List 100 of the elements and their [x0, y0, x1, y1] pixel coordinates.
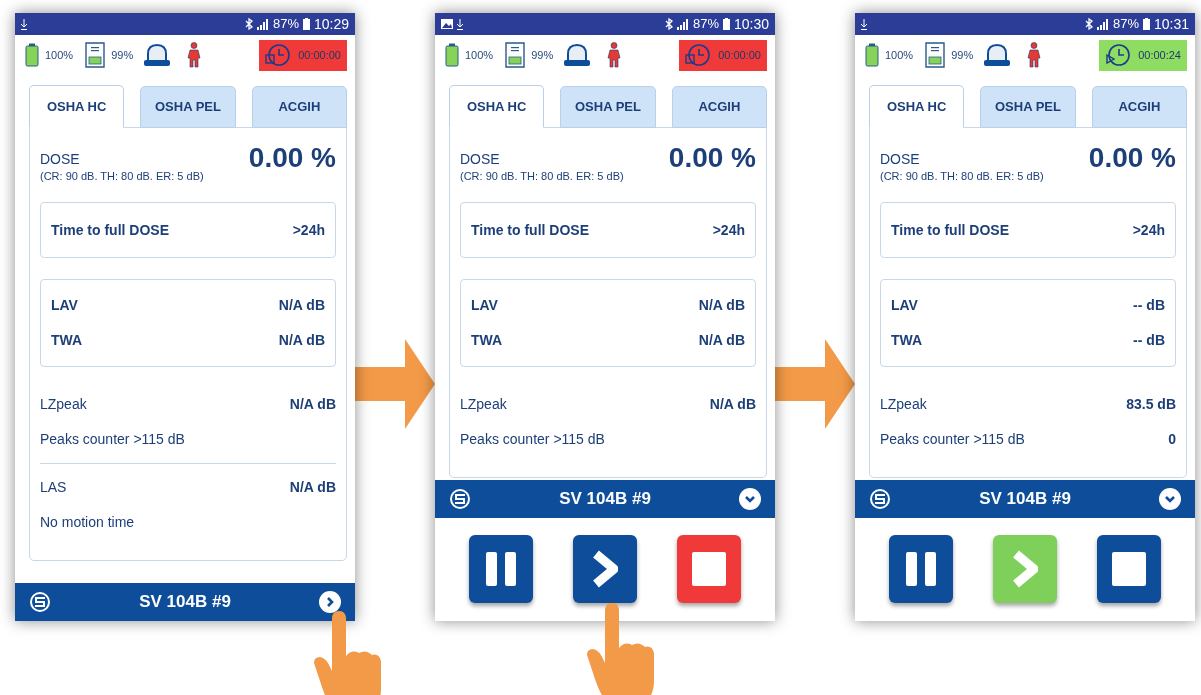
battery-percent: 87%: [272, 15, 299, 34]
timer-value: 00:00:00: [718, 47, 761, 63]
download-icon: [861, 18, 867, 30]
chevron-right-icon: [592, 549, 618, 588]
expand-toggle[interactable]: [1159, 488, 1181, 510]
battery-icon: [865, 43, 879, 67]
stop-button[interactable]: [677, 534, 741, 603]
measure-label: TWA: [51, 331, 83, 350]
logo-icon: [449, 489, 471, 509]
measure-label: LZpeak: [880, 395, 927, 414]
measure-label: LAV: [471, 296, 498, 315]
storage-level: 99%: [951, 47, 974, 63]
stop-button[interactable]: [1097, 534, 1161, 603]
measure-label: Peaks counter >115 dB: [880, 430, 1025, 449]
timer-value: 00:00:00: [298, 47, 341, 63]
signal-icon: [1096, 18, 1109, 30]
tab[interactable]: OSHA PEL: [140, 86, 236, 128]
timer-value: 00:00:24: [1138, 47, 1181, 63]
chevron-right-icon: [1012, 549, 1038, 588]
right-arrow-icon: [775, 339, 855, 429]
device-battery-level: 100%: [465, 47, 494, 63]
tab[interactable]: ACGIH: [671, 86, 767, 128]
signal-icon: [676, 18, 689, 30]
measure-value: N/A dB: [698, 296, 745, 315]
time-to-dose-label: Time to full DOSE: [471, 220, 589, 240]
person-icon: [187, 42, 202, 68]
logo-icon: [29, 592, 51, 612]
battery-percent: 87%: [1112, 15, 1139, 34]
device-title: SV 104B #9: [558, 488, 652, 511]
bluetooth-icon: [664, 18, 673, 30]
sd-card-icon: [505, 42, 526, 68]
battery-icon: [1142, 18, 1150, 30]
time-to-dose-label: Time to full DOSE: [891, 220, 1009, 240]
download-icon: [457, 18, 463, 30]
measure-label: No motion time: [40, 513, 135, 532]
measure-value: N/A dB: [278, 331, 325, 350]
chevron-icon: [324, 596, 336, 608]
expand-toggle[interactable]: [319, 591, 341, 613]
tab[interactable]: OSHA PEL: [980, 86, 1076, 128]
pause-button[interactable]: [889, 534, 953, 603]
image-icon: [441, 19, 453, 29]
device-title: SV 104B #9: [138, 591, 232, 614]
chevron-icon: [744, 493, 756, 505]
play-button[interactable]: [573, 534, 637, 603]
clock-icon: [265, 43, 291, 67]
stop-icon: [1112, 551, 1146, 586]
storage-level: 99%: [111, 47, 134, 63]
dose-label: DOSE: [460, 150, 501, 168]
measure-label: Peaks counter >115 dB: [40, 430, 185, 449]
measure-value: -- dB: [1133, 331, 1165, 350]
battery-icon: [302, 18, 310, 30]
tab[interactable]: ACGIH: [1091, 86, 1187, 128]
tab[interactable]: ACGIH: [251, 86, 347, 128]
bell-icon: [143, 43, 172, 67]
dose-parameters: (CR: 90 dB. TH: 80 dB. ER: 5 dB): [460, 169, 624, 184]
battery-icon: [722, 18, 730, 30]
dose-value: 0.00 %: [248, 142, 336, 174]
sd-card-icon: [925, 42, 946, 68]
expand-toggle[interactable]: [739, 488, 761, 510]
signal-icon: [256, 18, 269, 30]
measure-label: LZpeak: [460, 395, 507, 414]
measure-value: -- dB: [1133, 296, 1165, 315]
tab[interactable]: OSHA HC: [869, 85, 965, 128]
clock-icon: [1105, 43, 1131, 67]
dose-parameters: (CR: 90 dB. TH: 80 dB. ER: 5 dB): [40, 169, 204, 184]
measure-label: TWA: [471, 331, 503, 350]
tab[interactable]: OSHA HC: [449, 85, 545, 128]
device-title: SV 104B #9: [978, 488, 1072, 511]
tab[interactable]: OSHA HC: [29, 85, 125, 128]
bell-icon: [563, 43, 592, 67]
battery-icon: [445, 43, 459, 67]
measure-label: LZpeak: [40, 395, 87, 414]
right-arrow-icon: [355, 339, 435, 429]
tab[interactable]: OSHA PEL: [560, 86, 656, 128]
pause-button[interactable]: [469, 534, 533, 603]
measure-label: TWA: [891, 331, 923, 350]
measure-label: LAV: [891, 296, 918, 315]
measure-value: N/A dB: [278, 296, 325, 315]
storage-level: 99%: [531, 47, 554, 63]
clock-icon: [685, 43, 711, 67]
time-to-dose-value: >24h: [1132, 220, 1165, 240]
logo-icon: [869, 489, 891, 509]
bluetooth-icon: [244, 18, 253, 30]
dose-label: DOSE: [40, 150, 81, 168]
measure-value: N/A dB: [289, 478, 336, 497]
measure-label: Peaks counter >115 dB: [460, 430, 605, 449]
measure-value: 0: [1168, 430, 1176, 449]
dose-value: 0.00 %: [668, 142, 756, 174]
measure-value: N/A dB: [289, 395, 336, 414]
person-icon: [607, 42, 622, 68]
measure-label: LAS: [40, 478, 67, 497]
battery-percent: 87%: [692, 15, 719, 34]
chevron-icon: [1164, 493, 1176, 505]
bell-icon: [983, 43, 1012, 67]
measure-value: N/A dB: [698, 331, 745, 350]
clock-time: 10:29: [313, 14, 349, 34]
dose-value: 0.00 %: [1088, 142, 1176, 174]
clock-time: 10:31: [1153, 14, 1189, 34]
battery-icon: [25, 43, 39, 67]
device-battery-level: 100%: [45, 47, 74, 63]
